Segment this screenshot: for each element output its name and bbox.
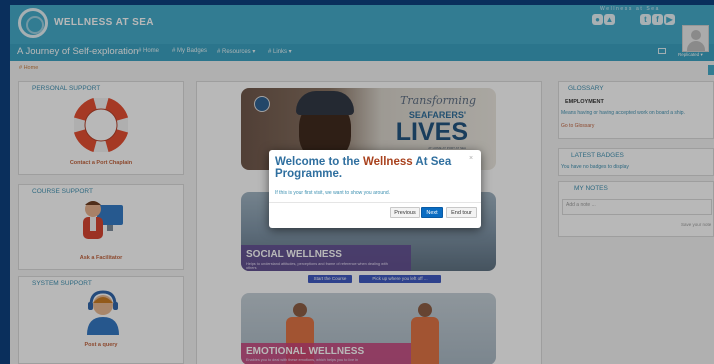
system-support-panel: SYSTEM SUPPORT Post a query	[18, 276, 184, 364]
contact-chaplain-link[interactable]: Contact a Port Chaplain	[19, 160, 183, 166]
user-menu[interactable]: Replicated ▾	[678, 52, 703, 58]
tagline: A Journey of Self-exploration	[17, 46, 139, 57]
social-wellness-band: SOCIAL WELLNESS Helps to understand atti…	[241, 245, 411, 271]
save-note-link[interactable]: Save your note	[681, 222, 711, 227]
main-navbar: A Journey of Self-exploration # Home # M…	[10, 44, 714, 61]
welcome-tour-dialog: Welcome to the Wellness At Sea Programme…	[269, 150, 481, 228]
start-course-button[interactable]: Start the Course	[308, 275, 352, 283]
panel-title: SYSTEM SUPPORT	[32, 280, 92, 287]
badges-empty-text: You have no badges to display	[561, 164, 629, 170]
title-part-1: Welcome to the	[275, 156, 360, 168]
emotional-wellness-text: Enables you to deal with these emotions,…	[246, 358, 359, 362]
android-icon[interactable]: ▲	[604, 14, 615, 25]
emotional-wellness-card[interactable]: EMOTIONAL WELLNESS Enables you to deal w…	[241, 293, 496, 364]
glossary-panel: GLOSSARY EMPLOYMENT Means having or havi…	[558, 81, 714, 139]
post-query-link[interactable]: Post a query	[19, 342, 183, 348]
glossary-title: GLOSSARY	[568, 85, 604, 92]
page: WELLNESS AT SEA Wellness at Sea ● ▲ t f …	[10, 5, 714, 364]
nav-links[interactable]: # Links ▾	[268, 48, 292, 55]
facilitator-icon[interactable]	[79, 197, 127, 243]
seafarer-hat	[296, 91, 354, 115]
social-label: Wellness at Sea	[600, 6, 661, 12]
banner-line-1: Transforming	[400, 94, 476, 107]
youtube-icon[interactable]: ▶	[664, 14, 675, 25]
worker-head-right	[418, 303, 432, 317]
my-notes-panel: MY NOTES Add a note ... Save your note	[558, 181, 714, 237]
worker-head-left	[293, 303, 307, 317]
next-button[interactable]: Next	[421, 207, 443, 218]
brand-name[interactable]: WELLNESS AT SEA	[54, 17, 154, 28]
glossary-term: EMPLOYMENT	[565, 99, 604, 105]
previous-button[interactable]: Previous	[390, 207, 420, 218]
nav-home[interactable]: # Home	[138, 48, 159, 54]
course-support-panel: COURSE SUPPORT Ask a Facilitator	[18, 184, 184, 270]
ask-facilitator-link[interactable]: Ask a Facilitator	[19, 255, 183, 261]
emotional-wellness-title: EMOTIONAL WELLNESS	[246, 346, 365, 357]
dialog-message: If this is your first visit, we want to …	[275, 190, 391, 196]
latest-badges-panel: LATEST BADGES You have no badges to disp…	[558, 148, 714, 176]
social-wellness-title: SOCIAL WELLNESS	[246, 249, 342, 260]
mail-icon[interactable]	[658, 48, 666, 54]
support-agent-icon[interactable]	[83, 289, 123, 335]
social-wellness-text: Helps to understand attitudes, perceptio…	[246, 262, 388, 270]
logo-icon[interactable]	[18, 8, 48, 38]
banner-line-3: LIVES	[395, 118, 468, 146]
resume-course-button[interactable]: Pick up where you left off ...	[359, 275, 441, 283]
user-avatar[interactable]	[682, 25, 709, 52]
end-tour-button[interactable]: End tour	[446, 207, 477, 218]
badges-title: LATEST BADGES	[571, 152, 624, 159]
dialog-title: Welcome to the Wellness At Sea Programme…	[275, 156, 460, 180]
lifebuoy-icon[interactable]	[74, 98, 128, 152]
title-highlight: Wellness	[362, 156, 413, 168]
facebook-icon[interactable]: f	[652, 14, 663, 25]
twitter-icon[interactable]: t	[640, 14, 651, 25]
close-icon[interactable]: ×	[469, 155, 473, 162]
apple-icon[interactable]: ●	[592, 14, 603, 25]
panel-title: PERSONAL SUPPORT	[32, 85, 101, 92]
top-header: WELLNESS AT SEA Wellness at Sea ● ▲ t f …	[10, 5, 714, 44]
go-to-glossary-link[interactable]: Go to Glossary	[561, 123, 594, 129]
dialog-divider	[269, 202, 481, 203]
personal-support-panel: PERSONAL SUPPORT Contact a Port Chaplain	[18, 81, 184, 175]
notes-title: MY NOTES	[574, 185, 608, 192]
emotional-wellness-band: EMOTIONAL WELLNESS Enables you to deal w…	[241, 343, 411, 364]
worker-photo-right	[411, 317, 439, 364]
breadcrumb[interactable]: # Home	[19, 65, 38, 71]
programme-seal-icon	[254, 96, 270, 112]
panel-title: COURSE SUPPORT	[32, 188, 93, 195]
nav-my-badges[interactable]: # My Badges	[172, 48, 207, 54]
side-panel-toggle[interactable]	[708, 65, 714, 75]
note-input[interactable]: Add a note ...	[562, 199, 712, 215]
nav-resources[interactable]: # Resources ▾	[217, 48, 255, 55]
glossary-definition: Means having or having accepted work on …	[561, 110, 685, 116]
